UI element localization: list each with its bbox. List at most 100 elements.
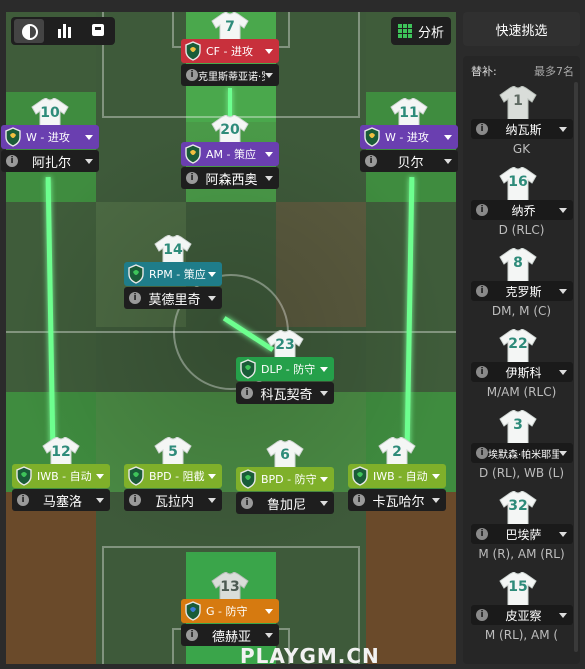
role-label: BPD - 防守: [261, 473, 317, 486]
shirt-number: 2: [392, 444, 402, 460]
chevron-down-icon: [320, 500, 328, 506]
player-name-selector[interactable]: i 鲁加尼: [236, 492, 334, 514]
player-name: 克里斯蒂亚诺·罗纳尔多: [198, 71, 265, 83]
sub-player[interactable]: 15 i 皮亚察 M (RL), AM (: [463, 570, 580, 648]
chevron-down-icon: [208, 271, 216, 277]
shield-icon: [127, 466, 145, 486]
info-icon[interactable]: i: [476, 366, 488, 378]
info-icon[interactable]: i: [241, 387, 253, 399]
info-icon[interactable]: i: [476, 528, 488, 540]
player-card[interactable]: 14 RPM - 策应 i 莫德里奇: [124, 235, 222, 311]
role-label: IWB - 自动: [373, 470, 428, 483]
shirt-number: 11: [399, 105, 419, 121]
player-card[interactable]: 13 G - 防守 i 德赫亚: [181, 572, 279, 648]
info-icon[interactable]: i: [365, 155, 377, 167]
card-icon[interactable]: [84, 19, 114, 43]
info-icon[interactable]: i: [476, 447, 488, 459]
player-name-selector[interactable]: i 阿森西奥: [181, 167, 279, 189]
sub-name-selector[interactable]: i 克罗斯: [471, 281, 573, 301]
info-icon[interactable]: i: [129, 494, 141, 506]
info-icon[interactable]: i: [186, 629, 198, 641]
sub-name-selector[interactable]: i 埃默森·帕米耶里: [471, 443, 573, 463]
role-selector[interactable]: CF - 进攻: [181, 39, 279, 63]
player-card[interactable]: 23 DLP - 防守 i 科瓦契奇: [236, 330, 334, 406]
chevron-down-icon: [559, 450, 567, 456]
info-icon[interactable]: i: [241, 497, 253, 509]
player-card[interactable]: 11 W - 进攻 i 贝尔: [360, 98, 458, 174]
player-name-selector[interactable]: i 阿扎尔: [1, 150, 99, 172]
shirt-number: 16: [508, 174, 528, 190]
role-selector[interactable]: IWB - 自动: [12, 464, 110, 488]
player-card[interactable]: 20 AM - 策应 i 阿森西奥: [181, 115, 279, 191]
info-icon[interactable]: i: [129, 292, 141, 304]
player-name-selector[interactable]: i 莫德里奇: [124, 287, 222, 309]
sub-name-selector[interactable]: i 皮亚察: [471, 605, 573, 625]
analysis-label: 分析: [418, 25, 445, 41]
player-card[interactable]: 10 W - 进攻 i 阿扎尔: [1, 98, 99, 174]
player-name-selector[interactable]: i克里斯蒂亚诺·罗纳尔多: [181, 64, 279, 86]
subs-title: 替补:: [471, 65, 497, 78]
info-icon[interactable]: i: [6, 155, 18, 167]
player-name-selector[interactable]: i 科瓦契奇: [236, 382, 334, 404]
sub-player[interactable]: 16 i 纳乔 D (RLC): [463, 165, 580, 243]
player-name-selector[interactable]: i 贝尔: [360, 150, 458, 172]
role-selector[interactable]: G - 防守: [181, 599, 279, 623]
role-selector[interactable]: IWB - 自动: [348, 464, 446, 488]
shirt-number: 12: [51, 444, 71, 460]
info-icon[interactable]: i: [476, 285, 488, 297]
sub-player[interactable]: 3 i 埃默森·帕米耶里 D (RL), WB (L): [463, 408, 580, 486]
grid-icon: [398, 24, 412, 38]
sub-name-selector[interactable]: i 纳瓦斯: [471, 119, 573, 139]
role-selector[interactable]: AM - 策应: [181, 142, 279, 166]
role-selector[interactable]: DLP - 防守: [236, 357, 334, 381]
sub-position: M (RL), AM (: [484, 628, 559, 642]
role-selector[interactable]: BPD - 阻截: [124, 464, 222, 488]
player-name-selector[interactable]: i 马塞洛: [12, 489, 110, 511]
sub-name-selector[interactable]: i 伊斯科: [471, 362, 573, 382]
scrollbar[interactable]: [574, 82, 578, 652]
player-name-selector[interactable]: i 卡瓦哈尔: [348, 489, 446, 511]
role-selector[interactable]: BPD - 防守: [236, 467, 334, 491]
player-name: 卡瓦哈尔: [372, 494, 425, 510]
bar-chart-icon[interactable]: [50, 19, 80, 43]
player-card[interactable]: 2 IWB - 自动 i 卡瓦哈尔: [348, 437, 446, 513]
player-card[interactable]: 6 BPD - 防守 i 鲁加尼: [236, 440, 334, 516]
sub-player[interactable]: 8 i 克罗斯 DM, M (C): [463, 246, 580, 324]
analysis-button[interactable]: 分析: [391, 17, 451, 45]
sub-player[interactable]: 1 i 纳瓦斯 GK: [463, 84, 580, 162]
quick-pick-label: 快速挑选: [495, 23, 548, 39]
chevron-down-icon: [265, 175, 273, 181]
sub-player[interactable]: 32 i 巴埃萨 M (R), AM (RL): [463, 489, 580, 567]
player-card[interactable]: 7 CF - 进攻 i克里斯蒂亚诺·罗纳尔多: [181, 12, 279, 88]
info-icon[interactable]: i: [476, 609, 488, 621]
shirt-icon: 32: [499, 491, 537, 525]
info-icon[interactable]: i: [186, 172, 198, 184]
chevron-down-icon: [265, 48, 273, 54]
shirt-number: 5: [168, 444, 178, 460]
sub-name-selector[interactable]: i 巴埃萨: [471, 524, 573, 544]
shield-icon: [15, 466, 33, 486]
quick-pick-button[interactable]: 快速挑选: [463, 12, 580, 46]
contrast-icon[interactable]: [14, 19, 44, 43]
info-icon[interactable]: i: [353, 494, 365, 506]
info-icon[interactable]: i: [186, 69, 198, 81]
player-card[interactable]: 12 IWB - 自动 i 马塞洛: [12, 437, 110, 513]
role-selector[interactable]: W - 进攻: [1, 125, 99, 149]
player-name: 阿森西奥: [205, 172, 258, 188]
sub-name: 巴埃萨: [505, 527, 542, 542]
player-name-selector[interactable]: i 瓦拉内: [124, 489, 222, 511]
sub-player[interactable]: 22 i 伊斯科 M/AM (RLC): [463, 327, 580, 405]
shield-icon: [239, 469, 257, 489]
shirt-number: 6: [280, 447, 290, 463]
player-card[interactable]: 5 BPD - 阻截 i 瓦拉内: [124, 437, 222, 513]
player-name-selector[interactable]: i 德赫亚: [181, 624, 279, 646]
shirt-number: 8: [513, 255, 523, 271]
sub-name-selector[interactable]: i 纳乔: [471, 200, 573, 220]
role-selector[interactable]: W - 进攻: [360, 125, 458, 149]
chevron-down-icon: [559, 612, 567, 618]
info-icon[interactable]: i: [476, 204, 488, 216]
role-label: DLP - 防守: [261, 363, 316, 376]
info-icon[interactable]: i: [17, 494, 29, 506]
info-icon[interactable]: i: [476, 123, 488, 135]
role-selector[interactable]: RPM - 策应: [124, 262, 222, 286]
